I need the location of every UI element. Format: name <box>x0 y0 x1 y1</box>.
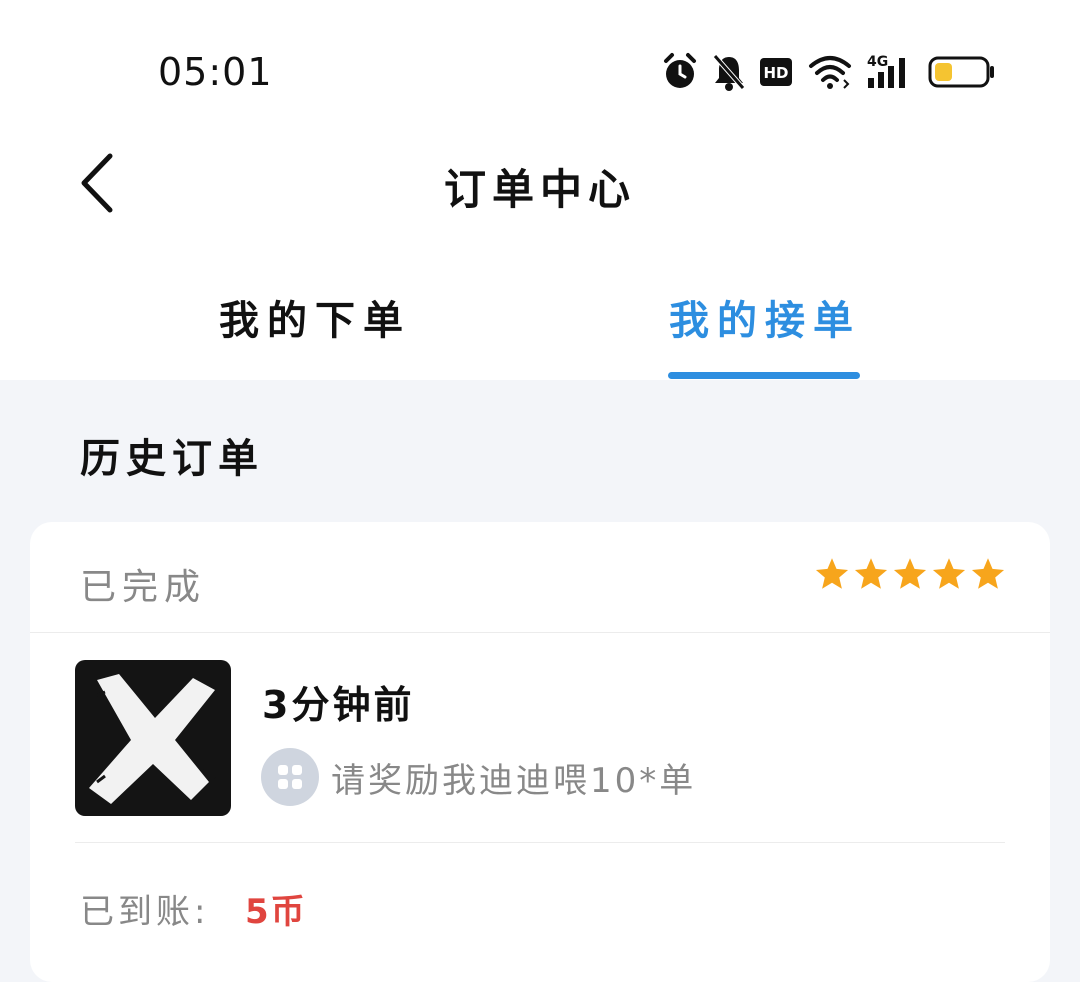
alarm-icon <box>664 53 696 88</box>
active-tab-indicator <box>668 372 860 379</box>
order-thumbnail[interactable] <box>75 660 231 816</box>
star-icon <box>893 558 927 589</box>
hd-icon: HD <box>760 58 792 86</box>
section-title: 历史订单 <box>80 436 264 482</box>
order-time: 3分钟前 <box>262 683 415 727</box>
star-icon <box>854 558 888 589</box>
star-icon <box>932 558 966 589</box>
status-time: 05:01 <box>158 50 273 94</box>
paid-label: 已到账: <box>80 892 210 932</box>
order-status: 已完成 <box>80 567 207 608</box>
page-title: 订单中心 <box>443 165 636 214</box>
rating-stars <box>814 556 1006 592</box>
tab-my-orders-accepted[interactable]: 我的接单 <box>650 288 880 348</box>
order-info-row: 请奖励我迪迪喂10*单 <box>261 748 696 806</box>
svg-text:4G: 4G <box>867 54 888 70</box>
divider <box>75 842 1005 843</box>
order-card[interactable]: 已完成 3分钟前 请奖励我迪迪喂10*单 已到账: 5币 <box>30 522 1050 982</box>
order-description: 请奖励我迪迪喂10*单 <box>331 760 697 801</box>
bell-off-icon <box>713 54 745 91</box>
divider <box>30 632 1050 633</box>
cross-x-icon <box>89 674 216 804</box>
4g-signal-icon: 4G <box>867 54 905 88</box>
top-panel: 05:01 HD 4G 订单中心 我的下单 我的接单 <box>0 0 1080 380</box>
app-grid-icon <box>261 748 319 806</box>
wifi-icon <box>809 56 851 89</box>
svg-text:HD: HD <box>763 64 788 82</box>
tab-my-orders-placed[interactable]: 我的下单 <box>200 288 430 348</box>
star-icon <box>971 558 1005 589</box>
paid-amount: 5币 <box>245 892 307 932</box>
star-icon <box>815 558 849 589</box>
battery-icon <box>928 56 994 88</box>
